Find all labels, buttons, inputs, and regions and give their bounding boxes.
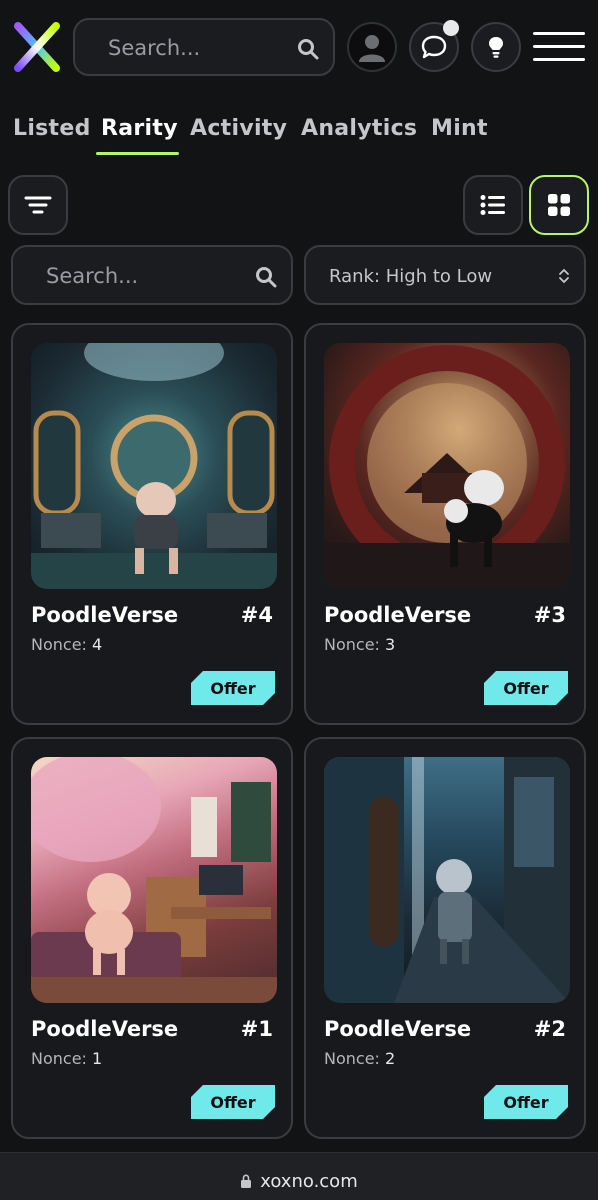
nft-number: #4 [240, 603, 273, 627]
list-view-button[interactable] [463, 175, 523, 235]
nft-collection-name: PoodleVerse [324, 603, 472, 627]
tab-mint[interactable]: Mint [431, 116, 488, 141]
header-search-input[interactable]: Search... [73, 18, 335, 76]
nft-number: #3 [533, 603, 566, 627]
list-view-icon [480, 195, 505, 215]
sort-select[interactable]: Rank: High to Low [304, 245, 586, 305]
search-icon [298, 39, 319, 60]
profile-button[interactable] [347, 22, 397, 72]
ideas-button[interactable] [471, 22, 521, 72]
nft-collection-name: PoodleVerse [324, 1017, 472, 1041]
nft-card[interactable]: PoodleVerse #4 Nonce: 4 Offer [11, 323, 293, 725]
nft-nonce: Nonce: 2 [324, 1049, 395, 1068]
tab-activity[interactable]: Activity [190, 116, 287, 141]
nft-nonce: Nonce: 1 [31, 1049, 102, 1068]
nft-collection-name: PoodleVerse [31, 603, 179, 627]
nft-image[interactable] [31, 757, 277, 1003]
nft-number: #1 [240, 1017, 273, 1041]
url-text: xoxno.com [260, 1171, 358, 1192]
nft-nonce: Nonce: 3 [324, 635, 395, 654]
url-display: xoxno.com [0, 1171, 598, 1192]
nft-card[interactable]: PoodleVerse #3 Nonce: 3 Offer [304, 323, 586, 725]
nft-card[interactable]: PoodleVerse #1 Nonce: 1 Offer [11, 737, 293, 1139]
tab-listed[interactable]: Listed [13, 116, 91, 141]
chat-icon [421, 35, 447, 59]
sort-select-value: Rank: High to Low [329, 266, 493, 287]
nft-card[interactable]: PoodleVerse #2 Nonce: 2 Offer [304, 737, 586, 1139]
hamburger-menu-icon[interactable] [533, 30, 585, 64]
chat-button[interactable] [409, 20, 459, 72]
nonce-value: 4 [92, 635, 103, 654]
xoxno-logo-icon[interactable] [12, 22, 62, 72]
grid-view-icon [548, 194, 570, 216]
nft-collection-name: PoodleVerse [31, 1017, 179, 1041]
browser-url-bar[interactable]: xoxno.com [0, 1152, 598, 1200]
nft-image[interactable] [31, 343, 277, 589]
tab-analytics[interactable]: Analytics [301, 116, 417, 141]
nonce-label: Nonce: [31, 1049, 87, 1068]
nonce-label: Nonce: [324, 635, 380, 654]
items-search-placeholder: Search... [46, 264, 139, 288]
search-icon [256, 267, 277, 288]
notification-dot [443, 20, 459, 36]
user-icon [359, 35, 385, 62]
items-search-input[interactable]: Search... [11, 245, 293, 305]
nft-image[interactable] [324, 343, 570, 589]
chevron-updown-icon [559, 268, 569, 284]
nft-image[interactable] [324, 757, 570, 1003]
active-tab-indicator [96, 152, 179, 155]
offer-button[interactable]: Offer [191, 1085, 275, 1119]
tab-rarity[interactable]: Rarity [101, 116, 178, 141]
nonce-value: 2 [385, 1049, 396, 1068]
filter-icon [24, 196, 52, 214]
offer-button[interactable]: Offer [191, 671, 275, 705]
filter-button[interactable] [8, 175, 68, 235]
lightbulb-icon [489, 37, 503, 58]
nft-number: #2 [533, 1017, 566, 1041]
nonce-value: 1 [92, 1049, 103, 1068]
header-search-placeholder: Search... [108, 36, 201, 60]
offer-button[interactable]: Offer [484, 1085, 568, 1119]
nonce-value: 3 [385, 635, 396, 654]
nft-nonce: Nonce: 4 [31, 635, 102, 654]
top-bar: Search... [0, 0, 598, 96]
nonce-label: Nonce: [324, 1049, 380, 1068]
lock-icon [241, 1174, 252, 1188]
nonce-label: Nonce: [31, 635, 87, 654]
grid-view-button[interactable] [529, 175, 589, 235]
offer-button[interactable]: Offer [484, 671, 568, 705]
